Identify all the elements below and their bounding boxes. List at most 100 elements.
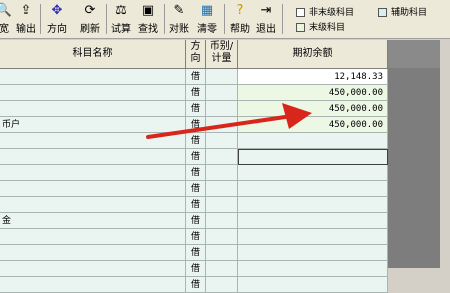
cell-opening-balance[interactable]: 12,148.33 — [238, 69, 388, 85]
table-row[interactable]: 金借 — [0, 213, 388, 229]
cell-opening-balance[interactable] — [238, 245, 388, 261]
clear-icon: ▦ — [200, 3, 214, 18]
table-row[interactable]: 借 — [0, 149, 388, 165]
table-row[interactable]: 借 — [0, 277, 388, 293]
cell-opening-balance[interactable]: 450,000.00 — [238, 85, 388, 101]
cell-direction[interactable]: 借 — [186, 85, 206, 101]
table-row[interactable]: 币户借 450,000.00 — [0, 117, 388, 133]
cell-currency[interactable] — [206, 133, 238, 149]
cell-direction[interactable]: 借 — [186, 101, 206, 117]
cell-account-name[interactable] — [0, 261, 186, 277]
cell-account-name[interactable]: 金 — [0, 213, 186, 229]
cell-opening-balance[interactable] — [238, 149, 388, 165]
cell-currency[interactable] — [206, 117, 238, 133]
cell-account-name[interactable] — [0, 181, 186, 197]
cell-account-name[interactable]: 币户 — [0, 117, 186, 133]
legend-swatch — [296, 23, 305, 32]
cell-direction[interactable]: 借 — [186, 245, 206, 261]
toolbar-button-reconcile[interactable]: ✎ 对账 — [166, 3, 192, 35]
toolbar-button-direction[interactable]: ✥ 方向 — [44, 3, 70, 35]
cell-account-name[interactable] — [0, 133, 186, 149]
table-row[interactable]: 借 — [0, 261, 388, 277]
cell-account-name[interactable] — [0, 229, 186, 245]
table-row[interactable]: 借 — [0, 133, 388, 149]
legend-leaf: 末级科目 — [296, 20, 345, 33]
toolbar-button-exit[interactable]: ⇥ 退出 — [254, 3, 278, 35]
exit-icon: ⇥ — [260, 3, 272, 18]
cell-currency[interactable] — [206, 149, 238, 165]
table-row[interactable]: 借 — [0, 229, 388, 245]
legend-non-leaf: 非末级科目 — [296, 5, 354, 18]
table-row[interactable]: 借 12,148.33 — [0, 69, 388, 85]
column-header-currency[interactable]: 币别/计量 — [206, 40, 238, 69]
cell-currency[interactable] — [206, 85, 238, 101]
cell-direction[interactable]: 借 — [186, 117, 206, 133]
cell-currency[interactable] — [206, 277, 238, 293]
column-header-name[interactable]: 科目名称 — [0, 40, 186, 69]
column-header-opening-balance[interactable]: 期初余额 — [238, 40, 388, 69]
cell-currency[interactable] — [206, 213, 238, 229]
cell-account-name[interactable] — [0, 165, 186, 181]
cell-opening-balance[interactable] — [238, 213, 388, 229]
direction-icon: ✥ — [51, 3, 63, 18]
toolbar-separator — [282, 4, 283, 34]
find-icon: ▣ — [141, 3, 155, 18]
cell-opening-balance[interactable] — [238, 181, 388, 197]
cell-opening-balance[interactable] — [238, 261, 388, 277]
cell-currency[interactable] — [206, 261, 238, 277]
cell-opening-balance[interactable]: 450,000.00 — [238, 117, 388, 133]
cell-opening-balance[interactable] — [238, 277, 388, 293]
toolbar-button-trial-balance[interactable]: ⚖ 试算 — [108, 3, 134, 35]
cell-opening-balance[interactable] — [238, 197, 388, 213]
cell-account-name[interactable] — [0, 277, 186, 293]
cell-direction[interactable]: 借 — [186, 133, 206, 149]
cell-currency[interactable] — [206, 101, 238, 117]
help-icon: ? — [236, 3, 244, 18]
cell-account-name[interactable] — [0, 245, 186, 261]
toolbar-button-clear[interactable]: ▦ 清零 — [194, 3, 220, 35]
scrollbar[interactable] — [440, 40, 450, 268]
table-row[interactable]: 借 — [0, 181, 388, 197]
legend-swatch — [378, 8, 387, 17]
table-row[interactable]: 借 — [0, 197, 388, 213]
toolbar-button-find[interactable]: ▣ 查找 — [135, 3, 161, 35]
cell-currency[interactable] — [206, 197, 238, 213]
column-header-direction[interactable]: 方向 — [186, 40, 206, 69]
toolbar-button-help[interactable]: ? 帮助 — [228, 3, 252, 35]
toolbar: 🔍 宽 ⇪ 输出 ✥ 方向 ⟳ 刷新 ⚖ 试算 ▣ 查找 ✎ 对账 ▦ 清零 ?… — [0, 0, 450, 39]
cell-currency[interactable] — [206, 181, 238, 197]
cell-opening-balance[interactable] — [238, 133, 388, 149]
cell-direction[interactable]: 借 — [186, 213, 206, 229]
toolbar-button-export[interactable]: ⇪ 输出 — [14, 3, 38, 35]
cell-opening-balance[interactable] — [238, 229, 388, 245]
cell-account-name[interactable] — [0, 101, 186, 117]
opening-balance-grid: 科目名称 方向 币别/计量 期初余额 借 12,148.33 借 450,000.00… — [0, 40, 388, 293]
cell-direction[interactable]: 借 — [186, 149, 206, 165]
cell-account-name[interactable] — [0, 85, 186, 101]
cell-account-name[interactable] — [0, 149, 186, 165]
reconcile-icon: ✎ — [173, 3, 185, 18]
cell-direction[interactable]: 借 — [186, 69, 206, 85]
cell-direction[interactable]: 借 — [186, 261, 206, 277]
cell-currency[interactable] — [206, 245, 238, 261]
toolbar-button-view[interactable]: 🔍 宽 — [0, 3, 14, 35]
cell-currency[interactable] — [206, 165, 238, 181]
cell-currency[interactable] — [206, 229, 238, 245]
right-panel — [388, 40, 450, 268]
cell-direction[interactable]: 借 — [186, 197, 206, 213]
cell-direction[interactable]: 借 — [186, 181, 206, 197]
cell-direction[interactable]: 借 — [186, 165, 206, 181]
cell-account-name[interactable] — [0, 197, 186, 213]
cell-opening-balance[interactable] — [238, 165, 388, 181]
table-row[interactable]: 借 450,000.00 — [0, 85, 388, 101]
cell-opening-balance[interactable]: 450,000.00 — [238, 101, 388, 117]
export-icon: ⇪ — [20, 3, 32, 18]
cell-direction[interactable]: 借 — [186, 277, 206, 293]
cell-direction[interactable]: 借 — [186, 229, 206, 245]
table-row[interactable]: 借 — [0, 245, 388, 261]
toolbar-button-refresh[interactable]: ⟳ 刷新 — [76, 3, 104, 35]
table-row[interactable]: 借 450,000.00 — [0, 101, 388, 117]
cell-currency[interactable] — [206, 69, 238, 85]
cell-account-name[interactable] — [0, 69, 186, 85]
table-row[interactable]: 借 — [0, 165, 388, 181]
